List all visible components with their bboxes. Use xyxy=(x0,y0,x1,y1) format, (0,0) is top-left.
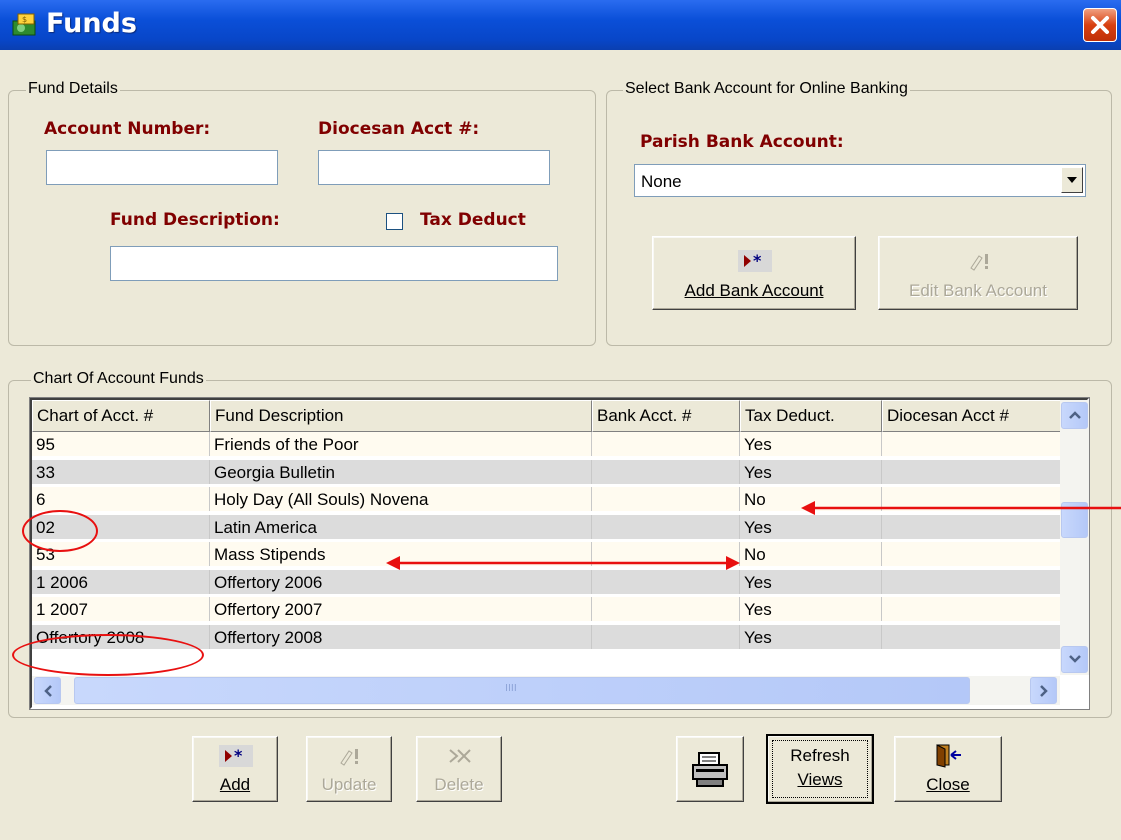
annotation-arrows xyxy=(386,501,1121,570)
funds-window: $ Funds Fund Details Account Number: Dio… xyxy=(0,0,1121,840)
